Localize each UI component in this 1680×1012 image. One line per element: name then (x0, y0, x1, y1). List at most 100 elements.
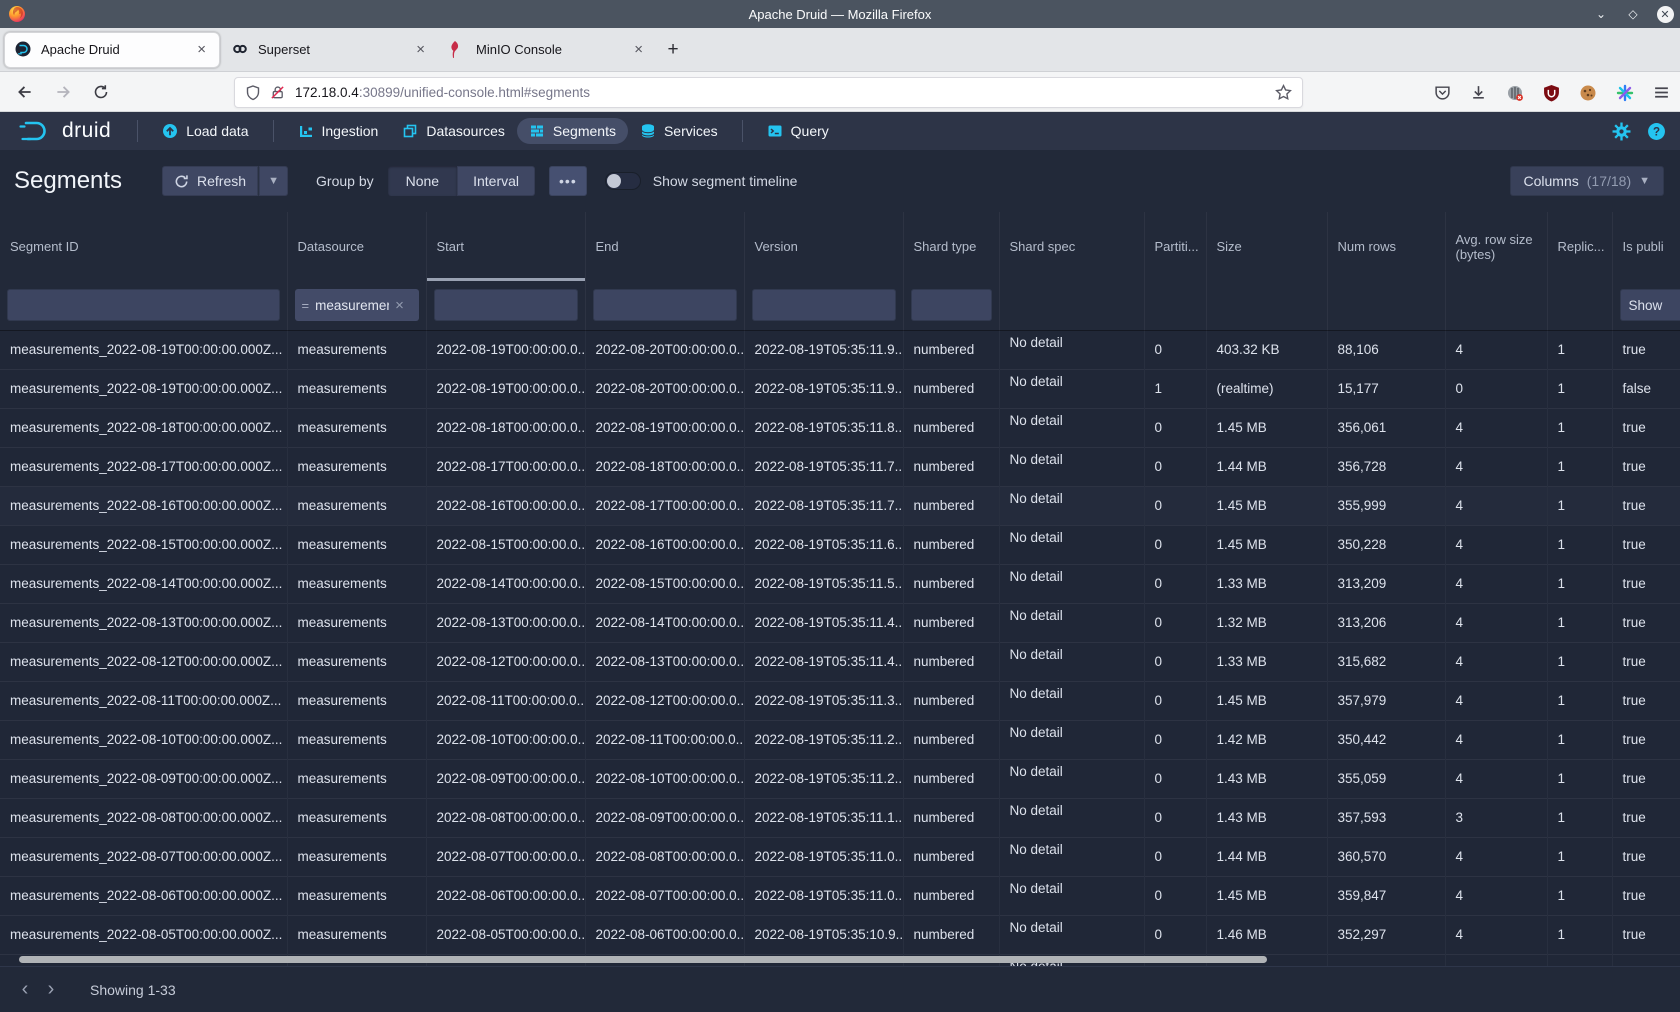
browser-tab-minio-console[interactable]: MinIO Console × (440, 32, 656, 68)
cell-partition: 0 (1144, 759, 1206, 798)
column-header-shard-type[interactable]: Shard type (903, 212, 999, 281)
help-icon[interactable]: ? (1647, 122, 1666, 141)
druid-logo[interactable]: druid (18, 119, 111, 143)
cell-size: 1.32 MB (1206, 603, 1327, 642)
window-minimize-button[interactable]: ⌄ (1592, 5, 1610, 23)
refresh-button[interactable]: Refresh (162, 166, 258, 196)
nav-item-ingestion[interactable]: Ingestion (286, 118, 391, 144)
cell-replication: 1 (1547, 642, 1612, 681)
filter-input-end[interactable] (593, 289, 737, 321)
nav-item-datasources[interactable]: Datasources (390, 118, 517, 144)
cell-size: 1.45 MB (1206, 486, 1327, 525)
browser-tab-superset[interactable]: Superset × (222, 32, 438, 68)
column-header-replication[interactable]: Replic... (1547, 212, 1612, 281)
segment-row[interactable]: measurements_2022-08-13T00:00:00.000Z...… (0, 603, 1680, 642)
filter-input-start[interactable] (434, 289, 578, 321)
cell-avg-row-size: 3 (1445, 798, 1547, 837)
segment-row[interactable]: measurements_2022-08-16T00:00:00.000Z...… (0, 486, 1680, 525)
cookie-extension-icon[interactable] (1579, 84, 1597, 102)
remove-filter-icon[interactable]: × (395, 297, 404, 314)
insecure-lock-icon[interactable] (270, 85, 285, 100)
cell-num-rows: 360,570 (1327, 837, 1445, 876)
container-pinwheel-extension-icon[interactable] (1616, 84, 1634, 102)
forward-button[interactable] (48, 77, 78, 107)
column-header-datasource[interactable]: Datasource (287, 212, 426, 281)
filter-input-segment-id[interactable] (7, 289, 280, 321)
next-page-button[interactable]: › (38, 977, 64, 1003)
pocket-icon[interactable] (1434, 84, 1451, 101)
cell-shard-type: numbered (903, 720, 999, 759)
segment-timeline-toggle[interactable] (605, 172, 641, 190)
tab-close-icon[interactable]: × (413, 41, 428, 58)
tracking-shield-icon[interactable] (245, 85, 261, 101)
column-header-end[interactable]: End (585, 212, 744, 281)
cell-partition: 0 (1144, 408, 1206, 447)
more-options-button[interactable]: ••• (549, 166, 587, 196)
url-input[interactable]: 172.18.0.4:30899/unified-console.html#se… (234, 77, 1303, 108)
segment-row[interactable]: measurements_2022-08-07T00:00:00.000Z...… (0, 837, 1680, 876)
cell-shard-spec: No detail (999, 525, 1144, 564)
segment-row[interactable]: measurements_2022-08-17T00:00:00.000Z...… (0, 447, 1680, 486)
cell-shard-spec: No detail (999, 876, 1144, 915)
new-tab-button[interactable]: + (658, 35, 688, 65)
group-by-interval-button[interactable]: Interval (457, 166, 535, 196)
cell-avg-row-size: 4 (1445, 603, 1547, 642)
segment-row[interactable]: measurements_2022-08-08T00:00:00.000Z...… (0, 798, 1680, 837)
segment-row[interactable]: measurements_2022-08-11T00:00:00.000Z...… (0, 681, 1680, 720)
columns-button[interactable]: Columns (17/18) ▼ (1510, 166, 1665, 196)
nav-item-segments[interactable]: Segments (517, 118, 628, 144)
filter-input-version[interactable] (752, 289, 896, 321)
segment-row[interactable]: measurements_2022-08-14T00:00:00.000Z...… (0, 564, 1680, 603)
cell-version: 2022-08-19T05:35:11.2... (744, 759, 903, 798)
column-header-shard-spec[interactable]: Shard spec (999, 212, 1144, 281)
hamburger-menu-icon[interactable] (1653, 84, 1670, 101)
column-header-version[interactable]: Version (744, 212, 903, 281)
privacy-badger-extension-icon[interactable] (1506, 84, 1524, 102)
column-header-size[interactable]: Size (1206, 212, 1327, 281)
segment-row[interactable]: measurements_2022-08-09T00:00:00.000Z...… (0, 759, 1680, 798)
column-header-avg-row-size[interactable]: Avg. row size (bytes) (1445, 212, 1547, 281)
reload-button[interactable] (86, 77, 116, 107)
cell-size: 1.46 MB (1206, 915, 1327, 954)
tab-close-icon[interactable]: × (194, 41, 209, 58)
back-button[interactable] (10, 77, 40, 107)
filter-input-shard-type[interactable] (911, 289, 992, 321)
cell-num-rows: 350,442 (1327, 720, 1445, 759)
downloads-icon[interactable] (1470, 84, 1487, 101)
column-header-segment-id[interactable]: Segment ID (0, 212, 287, 281)
column-header-start[interactable]: Start (426, 212, 585, 281)
nav-item-load-data[interactable]: Load data (150, 118, 260, 144)
bookmark-star-icon[interactable] (1275, 84, 1292, 101)
segment-row[interactable]: measurements_2022-08-10T00:00:00.000Z...… (0, 720, 1680, 759)
column-header-is-published[interactable]: Is publi (1612, 212, 1680, 281)
ublock-extension-icon[interactable] (1543, 84, 1560, 102)
segment-row[interactable]: measurements_2022-08-19T00:00:00.000Z...… (0, 330, 1680, 369)
horizontal-scrollbar[interactable] (19, 956, 1267, 963)
refresh-dropdown-button[interactable]: ▼ (258, 166, 288, 196)
datasource-filter-tag[interactable]: =measurements× (295, 289, 419, 321)
cell-partition: 0 (1144, 837, 1206, 876)
previous-page-button[interactable]: ‹ (12, 977, 38, 1003)
window-close-button[interactable]: ✕ (1656, 5, 1674, 23)
segment-row[interactable]: measurements_2022-08-19T00:00:00.000Z...… (0, 369, 1680, 408)
cell-segment-id: measurements_2022-08-19T00:00:00.000Z... (0, 330, 287, 369)
column-header-partition[interactable]: Partiti... (1144, 212, 1206, 281)
services-icon (640, 123, 656, 139)
column-header-num-rows[interactable]: Num rows (1327, 212, 1445, 281)
is-published-filter-button[interactable]: Show (1620, 289, 1680, 321)
segment-row[interactable]: measurements_2022-08-12T00:00:00.000Z...… (0, 642, 1680, 681)
nav-item-services[interactable]: Services (628, 118, 730, 144)
nav-item-query[interactable]: Query (755, 118, 841, 144)
cell-start: 2022-08-14T00:00:00.0... (426, 564, 585, 603)
group-by-none-button[interactable]: None (388, 166, 457, 196)
settings-gear-icon[interactable] (1612, 122, 1631, 141)
segment-row[interactable]: measurements_2022-08-18T00:00:00.000Z...… (0, 408, 1680, 447)
tab-close-icon[interactable]: × (631, 41, 646, 58)
segment-row[interactable]: measurements_2022-08-15T00:00:00.000Z...… (0, 525, 1680, 564)
segment-row[interactable]: measurements_2022-08-05T00:00:00.000Z...… (0, 915, 1680, 954)
window-maximize-button[interactable]: ◇ (1624, 5, 1642, 23)
browser-tab-apache-druid[interactable]: Apache Druid × (4, 32, 220, 68)
segment-row[interactable]: measurements_2022-08-06T00:00:00.000Z...… (0, 876, 1680, 915)
equals-icon: = (302, 298, 310, 313)
cell-start: 2022-08-17T00:00:00.0... (426, 447, 585, 486)
